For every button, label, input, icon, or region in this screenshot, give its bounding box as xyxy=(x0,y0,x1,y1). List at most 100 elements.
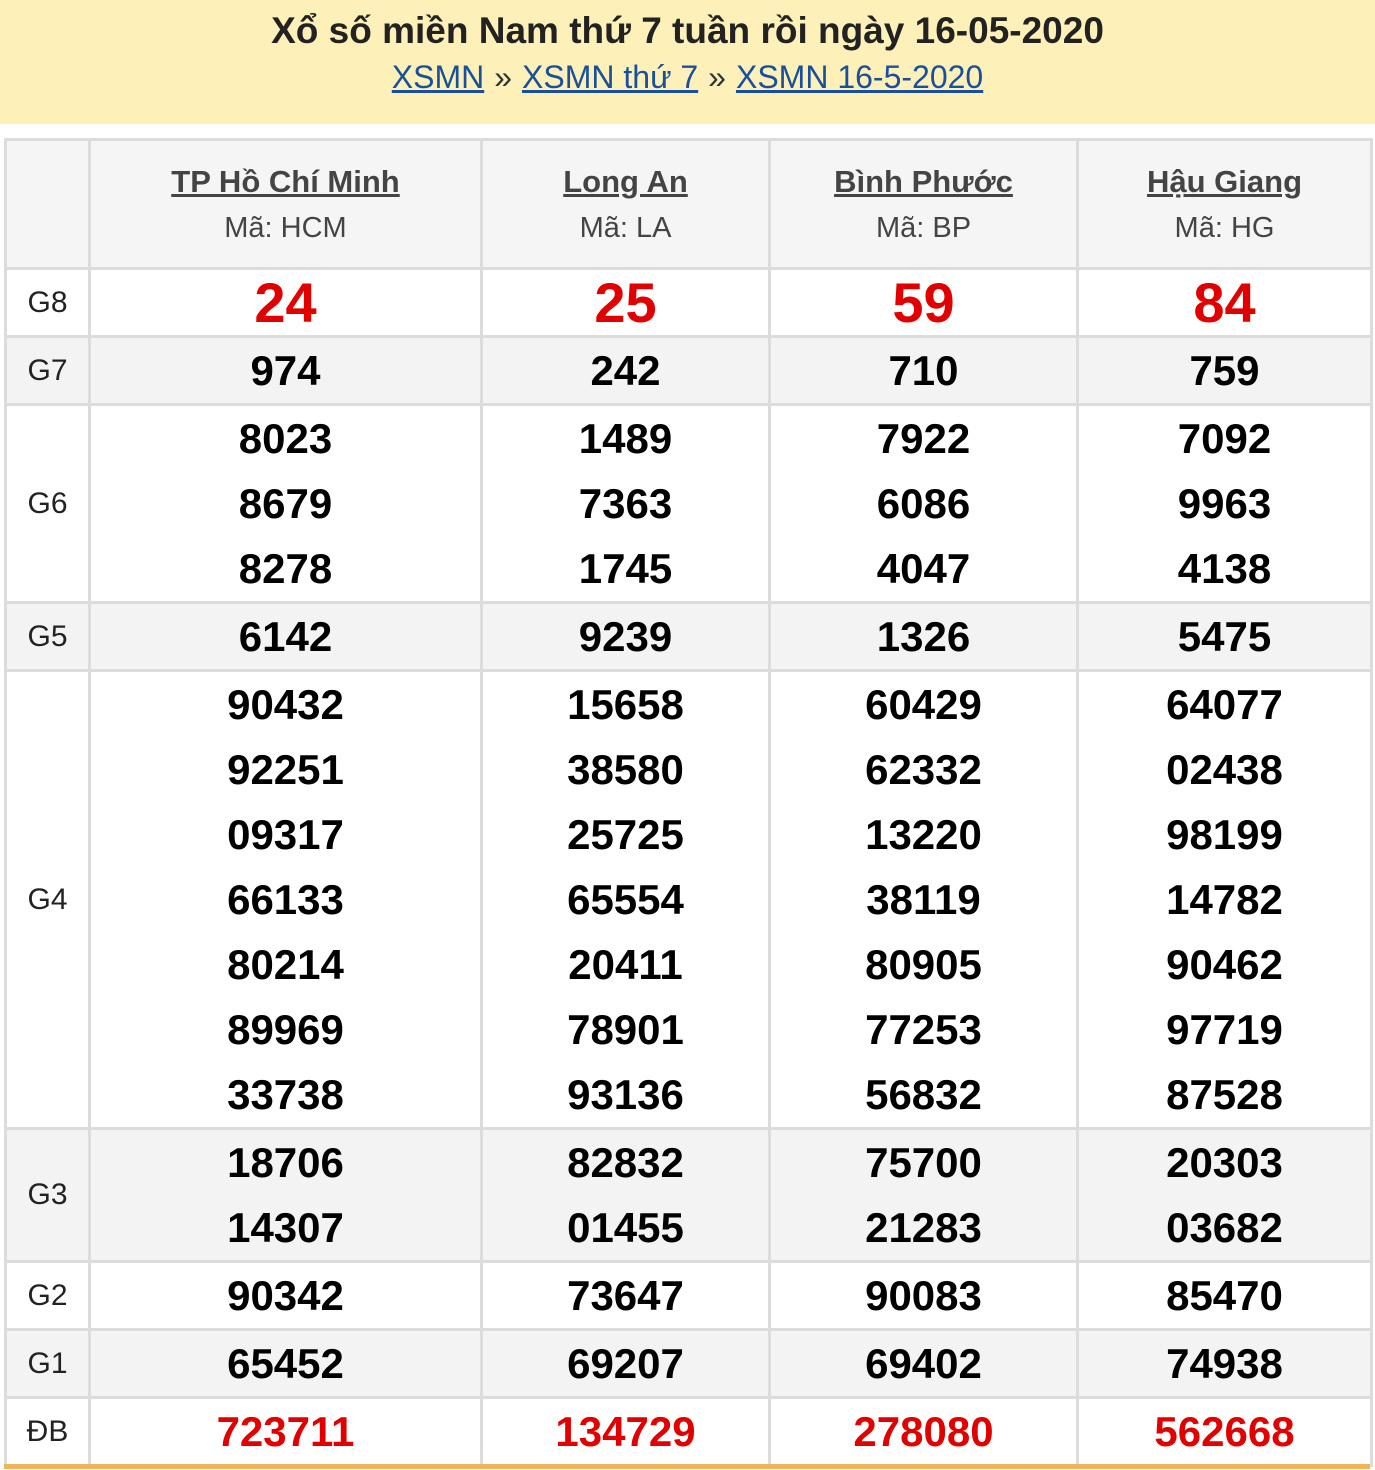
prize-number: 69207 xyxy=(567,1340,684,1387)
prize-cell: 974 xyxy=(88,335,483,406)
prize-cell: 64077 02438 98199 14782 90462 97719 87528 xyxy=(1076,669,1373,1130)
prize-cell: 59 xyxy=(768,267,1079,338)
prize-number: 90342 xyxy=(227,1272,344,1319)
prize-number: 9963 xyxy=(1177,480,1272,527)
prize-number: 7922 xyxy=(876,415,971,462)
prize-number: 4138 xyxy=(1177,545,1272,592)
results-table: TP Hồ Chí Minh Mã: HCM Long An Mã: LA Bì… xyxy=(4,138,1373,1467)
prize-cell: 710 xyxy=(768,335,1079,406)
prize-row-g3: G3 18706 14307 82832 01455 75700 21283 20303 036… xyxy=(4,1127,1373,1263)
breadcrumb-link-xsmn-date[interactable]: XSMN 16-5-2020 xyxy=(736,59,983,95)
breadcrumb-separator: » xyxy=(494,59,513,95)
prize-cell: 242 xyxy=(480,335,771,406)
prize-cell: 20303 03682 xyxy=(1076,1127,1373,1263)
prize-number: 710 xyxy=(888,347,959,394)
prize-number: 69402 xyxy=(865,1340,982,1387)
prize-cell: 15658 38580 25725 65554 20411 78901 93136 xyxy=(480,669,771,1130)
province-code: Mã: HG xyxy=(1174,212,1275,244)
prize-number: 7363 xyxy=(578,480,673,527)
province-link-bp[interactable]: Bình Phước xyxy=(771,162,1076,202)
prize-cell: 90083 xyxy=(768,1260,1079,1331)
prize-number: 84 xyxy=(1193,271,1256,334)
prize-number: 64077 xyxy=(1166,681,1283,728)
prize-number: 56832 xyxy=(865,1071,982,1118)
prize-cell: 75700 21283 xyxy=(768,1127,1079,1263)
prize-number: 723711 xyxy=(216,1408,355,1455)
prize-label: G5 xyxy=(4,601,91,672)
prize-number: 92251 xyxy=(227,746,344,793)
prize-number: 75700 xyxy=(865,1139,982,1186)
prize-cell: 278080 xyxy=(768,1396,1079,1467)
prize-cell: 69402 xyxy=(768,1328,1079,1399)
prize-cell: 134729 xyxy=(480,1396,771,1467)
prize-number: 21283 xyxy=(865,1204,982,1251)
province-link-hg[interactable]: Hậu Giang xyxy=(1079,162,1370,202)
prize-number: 1326 xyxy=(876,613,971,660)
prize-label: ĐB xyxy=(4,1396,91,1467)
prize-number: 18706 xyxy=(227,1139,344,1186)
prize-cell: 7922 6086 4047 xyxy=(768,403,1079,604)
prize-cell: 90432 92251 09317 66133 80214 89969 33738 xyxy=(88,669,483,1130)
prize-number: 82832 xyxy=(567,1139,684,1186)
prize-cell: 759 xyxy=(1076,335,1373,406)
prize-number: 8278 xyxy=(238,545,333,592)
province-header: Bình Phước Mã: BP xyxy=(768,138,1079,270)
prize-number: 97719 xyxy=(1166,1006,1283,1053)
prize-number: 278080 xyxy=(853,1408,994,1455)
prize-number: 87528 xyxy=(1166,1071,1283,1118)
prize-cell: 90342 xyxy=(88,1260,483,1331)
prize-number: 14307 xyxy=(227,1204,344,1251)
prize-cell: 84 xyxy=(1076,267,1373,338)
prize-cell: 7092 9963 4138 xyxy=(1076,403,1373,604)
prize-cell: 82832 01455 xyxy=(480,1127,771,1263)
breadcrumb-link-xsmn[interactable]: XSMN xyxy=(392,59,484,95)
prize-number: 38119 xyxy=(866,876,981,923)
prize-cell: 8023 8679 8278 xyxy=(88,403,483,604)
page-banner: Xổ số miền Nam thứ 7 tuần rồi ngày 16-05… xyxy=(0,0,1375,124)
prize-row-g2: G2 90342 73647 90083 85470 xyxy=(4,1260,1373,1331)
prize-label: G8 xyxy=(4,267,91,338)
prize-number: 4047 xyxy=(876,545,971,592)
province-link-hcm[interactable]: TP Hồ Chí Minh xyxy=(91,162,480,202)
prize-number: 98199 xyxy=(1166,811,1283,858)
prize-row-g4: G4 90432 92251 09317 66133 80214 89969 33738 156… xyxy=(4,669,1373,1130)
province-header: Long An Mã: LA xyxy=(480,138,771,270)
prize-number: 15658 xyxy=(567,681,684,728)
province-link-la[interactable]: Long An xyxy=(483,162,768,202)
prize-number: 8679 xyxy=(238,480,333,527)
prize-number: 77253 xyxy=(865,1006,982,1053)
prize-label: G2 xyxy=(4,1260,91,1331)
prize-number: 65452 xyxy=(227,1340,344,1387)
prize-number: 6142 xyxy=(238,613,333,660)
prize-number: 66133 xyxy=(227,876,344,923)
prize-number: 78901 xyxy=(567,1006,684,1053)
province-header: Hậu Giang Mã: HG xyxy=(1076,138,1373,270)
province-code: Mã: HCM xyxy=(224,212,347,244)
prize-number: 65554 xyxy=(567,876,684,923)
prize-label: G1 xyxy=(4,1328,91,1399)
prize-number: 974 xyxy=(250,347,321,394)
province-header: TP Hồ Chí Minh Mã: HCM xyxy=(88,138,483,270)
prize-row-db: ĐB 723711 134729 278080 562668 xyxy=(4,1396,1373,1467)
breadcrumb-link-xsmn-thu-7[interactable]: XSMN thứ 7 xyxy=(522,59,698,95)
prize-cell: 6142 xyxy=(88,601,483,672)
prize-label: G6 xyxy=(4,403,91,604)
prize-number: 85470 xyxy=(1166,1272,1283,1319)
prize-number: 80905 xyxy=(865,941,982,988)
prize-number: 74938 xyxy=(1166,1340,1283,1387)
bottom-divider xyxy=(4,1464,1370,1469)
prize-number: 7092 xyxy=(1177,415,1272,462)
prize-label: G3 xyxy=(4,1127,91,1263)
prize-cell: 74938 xyxy=(1076,1328,1373,1399)
header-corner-cell xyxy=(4,138,91,270)
prize-cell: 1326 xyxy=(768,601,1079,672)
table-header-row: TP Hồ Chí Minh Mã: HCM Long An Mã: LA Bì… xyxy=(4,138,1373,270)
prize-number: 62332 xyxy=(865,746,982,793)
prize-cell: 18706 14307 xyxy=(88,1127,483,1263)
prize-cell: 73647 xyxy=(480,1260,771,1331)
prize-cell: 562668 xyxy=(1076,1396,1373,1467)
prize-number: 60429 xyxy=(865,681,982,728)
prize-number: 09317 xyxy=(227,811,344,858)
prize-number: 25725 xyxy=(567,811,684,858)
prize-number: 90432 xyxy=(227,681,344,728)
